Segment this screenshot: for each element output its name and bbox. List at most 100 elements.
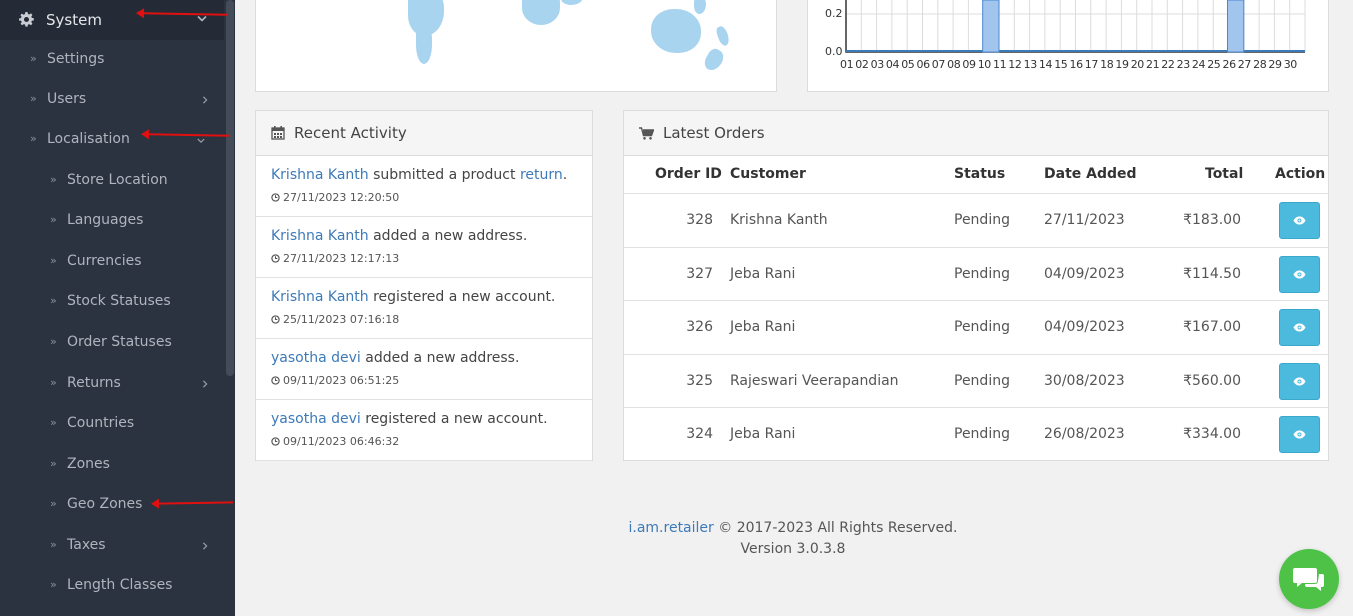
double-chevron-right-icon: » bbox=[50, 497, 57, 510]
activity-customer-link[interactable]: Krishna Kanth bbox=[271, 228, 369, 244]
activity-timestamp: 27/11/2023 12:20:50 bbox=[271, 191, 399, 204]
order-total: ₹334.00 bbox=[1183, 426, 1241, 443]
sidebar-item-label: Localisation bbox=[47, 131, 130, 147]
sidebar-item-length-classes[interactable]: » Length Classes bbox=[0, 566, 224, 606]
clock-icon bbox=[271, 376, 280, 385]
view-order-button[interactable] bbox=[1279, 362, 1320, 400]
column-header-order-id[interactable]: Order ID bbox=[655, 166, 722, 182]
double-chevron-right-icon: » bbox=[50, 457, 57, 470]
sidebar-item-label: Length Classes bbox=[67, 577, 173, 593]
column-header-status[interactable]: Status bbox=[954, 166, 1005, 182]
sidebar-item-label: Order Statuses bbox=[67, 334, 172, 350]
double-chevron-right-icon: » bbox=[50, 376, 57, 389]
activity-description: registered a new account. bbox=[368, 289, 556, 305]
order-status: Pending bbox=[954, 265, 1010, 282]
x-tick-label: 08 bbox=[947, 58, 961, 71]
eye-icon bbox=[1293, 377, 1306, 386]
eye-icon bbox=[1293, 270, 1306, 279]
activity-description: added a new address. bbox=[368, 228, 528, 244]
activity-text: Krishna Kanth added a new address. bbox=[271, 228, 527, 244]
activity-time: 25/11/2023 07:16:18 bbox=[283, 313, 400, 326]
activity-customer-link[interactable]: yasotha devi bbox=[271, 411, 361, 427]
sidebar-item-label: Geo Zones bbox=[67, 496, 143, 512]
clock-icon bbox=[271, 254, 280, 263]
x-tick-label: 23 bbox=[1176, 58, 1191, 71]
activity-customer-link[interactable]: Krishna Kanth bbox=[271, 289, 369, 305]
order-status: Pending bbox=[954, 372, 1010, 389]
x-tick-label: 30 bbox=[1283, 58, 1298, 71]
order-customer: Jeba Rani bbox=[730, 265, 796, 282]
x-tick-label: 01 bbox=[840, 58, 854, 71]
sidebar-item-label: Settings bbox=[47, 51, 105, 67]
sidebar-item-order-statuses[interactable]: » Order Statuses bbox=[0, 323, 224, 363]
x-tick-label: 06 bbox=[916, 58, 931, 71]
latest-orders-header: Latest Orders bbox=[624, 111, 1328, 156]
activity-timestamp: 09/11/2023 06:51:25 bbox=[271, 374, 399, 387]
sidebar-scrollbar-thumb[interactable] bbox=[226, 0, 234, 376]
activity-return-link[interactable]: return bbox=[520, 167, 563, 183]
order-date: 30/08/2023 bbox=[1044, 372, 1125, 389]
sidebar-item-label: Taxes bbox=[67, 537, 106, 553]
x-tick-label: 03 bbox=[870, 58, 885, 71]
sidebar-item-stock-statuses[interactable]: » Stock Statuses bbox=[0, 282, 224, 322]
sidebar-item-returns[interactable]: » Returns bbox=[0, 364, 224, 404]
x-axis-ticks: 01 02 03 04 05 06 07 08 09 10 11 12 13 14 15 16 17 18 19 20… bbox=[839, 58, 1299, 72]
x-tick-label: 10 bbox=[977, 58, 992, 71]
view-order-button[interactable] bbox=[1279, 416, 1320, 454]
order-total: ₹183.00 bbox=[1183, 212, 1241, 228]
sidebar-item-localisation[interactable]: » Localisation bbox=[0, 120, 224, 160]
order-status: Pending bbox=[954, 212, 1010, 228]
order-date: 04/09/2023 bbox=[1044, 265, 1125, 282]
gear-icon bbox=[19, 12, 34, 27]
sidebar-item-label: Languages bbox=[67, 212, 144, 228]
order-id: 325 bbox=[686, 372, 713, 389]
sidebar-item-countries[interactable]: » Countries bbox=[0, 404, 224, 444]
order-id: 326 bbox=[686, 319, 713, 336]
sidebar-item-languages[interactable]: » Languages bbox=[0, 201, 224, 241]
activity-text: Krishna Kanth registered a new account. bbox=[271, 289, 555, 305]
column-header-customer[interactable]: Customer bbox=[730, 166, 806, 182]
view-order-button[interactable] bbox=[1279, 255, 1320, 293]
chat-bubble-icon bbox=[1293, 568, 1324, 591]
sidebar-item-label: Stock Statuses bbox=[67, 293, 171, 309]
sidebar-item-geo-zones[interactable]: » Geo Zones bbox=[0, 485, 224, 525]
x-tick-label: 29 bbox=[1268, 58, 1282, 71]
view-order-button[interactable] bbox=[1279, 309, 1320, 347]
world-map bbox=[256, 0, 776, 91]
double-chevron-right-icon: » bbox=[30, 92, 37, 105]
chat-button[interactable] bbox=[1279, 549, 1339, 609]
order-id: 327 bbox=[686, 265, 713, 282]
footer-brand-link[interactable]: i.am.retailer bbox=[629, 520, 714, 536]
sidebar-item-system[interactable]: System bbox=[0, 0, 224, 40]
activity-customer-link[interactable]: Krishna Kanth bbox=[271, 167, 369, 183]
order-status: Pending bbox=[954, 426, 1010, 443]
sidebar-item-store-location[interactable]: » Store Location bbox=[0, 161, 224, 201]
sidebar-item-users[interactable]: » Users bbox=[0, 80, 224, 120]
activity-customer-link[interactable]: yasotha devi bbox=[271, 350, 361, 366]
y-tick-label: 0.2 bbox=[825, 7, 843, 20]
order-customer: Jeba Rani bbox=[730, 319, 796, 336]
sidebar-item-zones[interactable]: » Zones bbox=[0, 445, 224, 485]
sidebar-item-currencies[interactable]: » Currencies bbox=[0, 242, 224, 282]
double-chevron-right-icon: » bbox=[50, 254, 57, 267]
calendar-icon bbox=[271, 126, 285, 140]
sidebar-item-taxes[interactable]: » Taxes bbox=[0, 526, 224, 566]
double-chevron-right-icon: » bbox=[50, 416, 57, 429]
chart-bar bbox=[982, 0, 1000, 53]
column-header-total[interactable]: Total bbox=[1205, 166, 1243, 182]
table-row: 325 Rajeswari Veerapandian Pending 30/08/20… bbox=[624, 353, 1328, 408]
activity-item: Krishna Kanth submitted a product return… bbox=[256, 156, 592, 217]
activity-item: yasotha devi registered a new account. 09… bbox=[256, 400, 592, 461]
column-header-date-added[interactable]: Date Added bbox=[1044, 166, 1137, 182]
chevron-down-icon bbox=[197, 15, 207, 22]
activity-text: Krishna Kanth submitted a product return… bbox=[271, 167, 567, 183]
clock-icon bbox=[271, 315, 280, 324]
footer-copyright-text: © 2017-2023 All Rights Reserved. bbox=[713, 520, 958, 536]
activity-time: 09/11/2023 06:46:32 bbox=[283, 435, 400, 448]
x-tick-label: 17 bbox=[1084, 58, 1099, 71]
order-id: 324 bbox=[686, 426, 713, 443]
double-chevron-right-icon: » bbox=[50, 294, 57, 307]
panel-title: Recent Activity bbox=[294, 124, 407, 142]
view-order-button[interactable] bbox=[1279, 202, 1320, 239]
sidebar-item-settings[interactable]: » Settings bbox=[0, 40, 224, 80]
